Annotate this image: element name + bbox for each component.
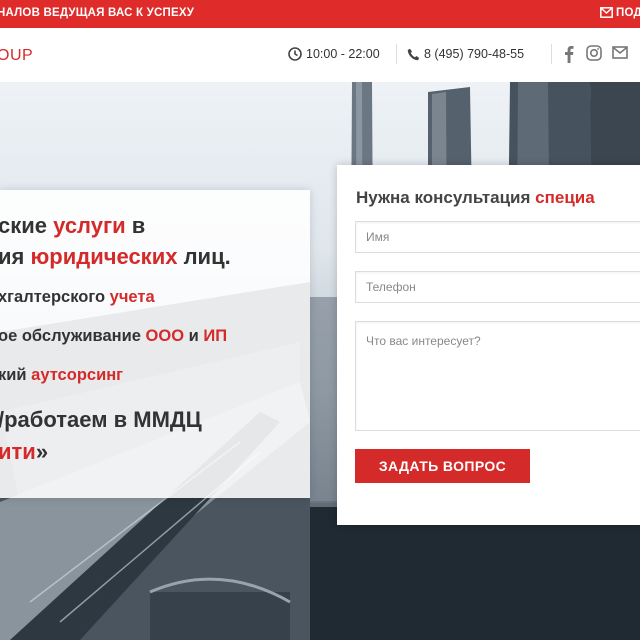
phone-link[interactable]: 8 (495) 790-48-55 [407,47,524,61]
top-bar: НАЛОВ ВЕДУЩАЯ ВАС К УСПЕХУ ПОД [0,0,640,28]
phone-number: 8 (495) 790-48-55 [424,47,525,61]
tagline: НАЛОВ ВЕДУЩАЯ ВАС К УСПЕХУ [0,7,195,19]
logo[interactable]: OUP [0,47,33,65]
site-header: OUP 10:00 - 22:00 8 (495) 790-48-55 [0,28,640,83]
services-heading: ские услуги в ия юридических лиц. [0,213,231,269]
services-info-box: ские услуги в ия юридических лиц. хгалте… [0,190,310,498]
email-icon[interactable] [612,46,628,59]
subscribe-label: ПОД [616,7,640,19]
clock-icon [288,47,302,61]
form-title: Нужна консультация специа [356,188,595,207]
list-item: ое обслуживание ООО и ИП [0,327,228,345]
name-input[interactable] [355,221,640,253]
list-item: хгалтерского учета [0,288,155,306]
divider [396,44,397,64]
phone-icon [407,48,420,61]
hero-section: ские услуги в ия юридических лиц. хгалте… [0,82,640,640]
message-input[interactable] [355,321,640,431]
facebook-icon[interactable] [564,45,574,63]
consultation-form: Нужна консультация специа ЗАДАТЬ ВОПРОС [337,165,640,525]
list-item: кий аутсорсинг [0,366,124,384]
subscribe-link[interactable]: ПОД [600,7,640,19]
submit-question-button[interactable]: ЗАДАТЬ ВОПРОС [355,449,530,483]
envelope-icon [600,7,613,18]
working-hours: 10:00 - 22:00 [288,47,380,61]
phone-input[interactable] [355,271,640,303]
instagram-icon[interactable] [586,45,602,61]
hours-text: 10:00 - 22:00 [306,47,380,61]
office-location: /работаем в ММДЦ ити» [0,407,202,464]
divider [551,44,552,64]
